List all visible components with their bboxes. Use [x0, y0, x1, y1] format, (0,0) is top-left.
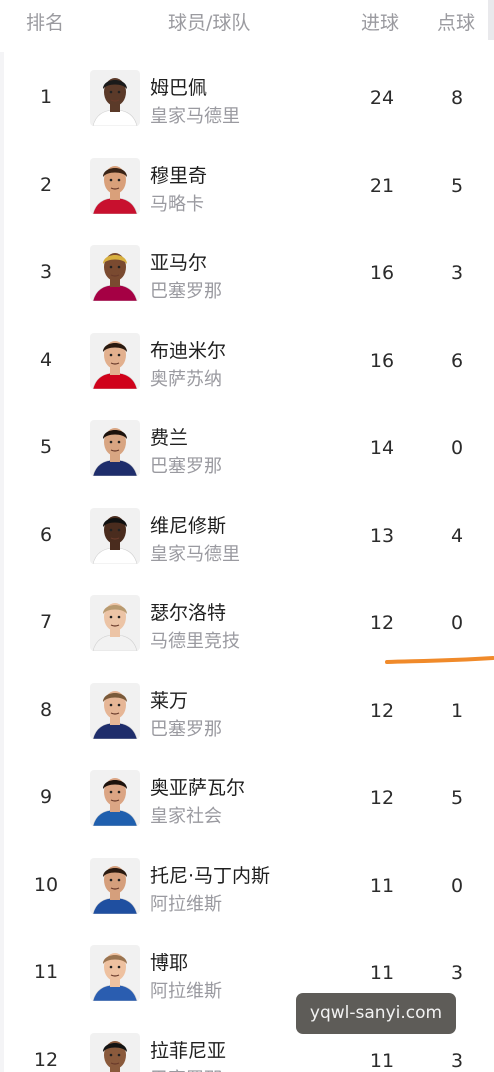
rank-number: 7: [39, 611, 53, 633]
penalties-value: 0: [450, 874, 464, 897]
table-header: 排名 球员/球队 进球 点球: [0, 0, 494, 40]
goals-value: 11: [369, 962, 395, 984]
player-avatar[interactable]: [90, 770, 140, 826]
goals-value: 11: [369, 874, 395, 897]
player-avatar[interactable]: [90, 595, 140, 651]
rank-number: 8: [39, 698, 53, 721]
goals-value: 13: [369, 524, 395, 547]
goals-value: 16: [369, 349, 395, 372]
penalties-value: 5: [450, 174, 464, 197]
player-avatar[interactable]: [90, 507, 140, 564]
player-list: 1 姆巴佩 皇家马德里 24 8 2 穆里奇 马略卡 21 5 3 亚马尔 巴塞罗那 16 3 4 布迪米尔 奥萨…: [0, 55, 494, 1072]
goals-value: 16: [369, 262, 395, 284]
table-row[interactable]: 4 布迪米尔 奥萨苏纳 16 6: [0, 318, 494, 406]
player-team[interactable]: 奥萨苏纳: [150, 365, 222, 391]
player-avatar[interactable]: [90, 157, 140, 214]
rank-number: 10: [33, 873, 59, 896]
table-row[interactable]: 5 费兰 巴塞罗那 14 0: [0, 405, 494, 493]
player-team[interactable]: 皇家社会: [150, 802, 222, 828]
player-avatar[interactable]: [90, 945, 140, 1001]
header-goals[interactable]: 进球: [361, 8, 399, 35]
player-team[interactable]: 皇家马德里: [150, 102, 240, 128]
table-row[interactable]: 3 亚马尔 巴塞罗那 16 3: [0, 230, 494, 318]
penalties-value: 1: [450, 699, 464, 722]
penalties-value: 0: [450, 612, 464, 634]
player-name[interactable]: 费兰: [150, 423, 188, 450]
player-avatar[interactable]: [90, 857, 140, 914]
penalties-value: 3: [450, 262, 464, 284]
table-row[interactable]: 10 托尼·马丁内斯 阿拉维斯 11 0: [0, 843, 494, 931]
player-team[interactable]: 皇家马德里: [150, 540, 240, 566]
rank-number: 2: [39, 173, 53, 196]
player-avatar[interactable]: [90, 332, 140, 389]
goals-value: 12: [369, 612, 395, 634]
table-row[interactable]: 6 维尼修斯 皇家马德里 13 4: [0, 493, 494, 581]
player-avatar[interactable]: [90, 1032, 140, 1072]
player-team[interactable]: 马德里竞技: [150, 627, 240, 653]
penalties-value: 0: [450, 437, 464, 459]
scrollbar-edge: [488, 0, 494, 40]
player-name[interactable]: 穆里奇: [150, 161, 207, 188]
player-team[interactable]: 巴塞罗那: [150, 277, 222, 303]
goals-value: 12: [369, 787, 395, 809]
player-team[interactable]: 阿拉维斯: [150, 890, 222, 916]
player-team[interactable]: 马略卡: [150, 190, 204, 216]
scorer-ranking-page: 排名 球员/球队 进球 点球 1 姆巴佩 皇家马德里 24 8 2 穆里奇 马略卡 21 5 3 亚马…: [0, 0, 494, 1072]
header-rank[interactable]: 排名: [26, 8, 64, 35]
rank-number: 1: [39, 86, 53, 108]
player-avatar[interactable]: [90, 70, 140, 126]
goals-value: 11: [369, 1049, 395, 1072]
table-row[interactable]: 9 奥亚萨瓦尔 皇家社会 12 5: [0, 755, 494, 843]
penalties-value: 6: [450, 349, 464, 372]
table-row[interactable]: 2 穆里奇 马略卡 21 5: [0, 143, 494, 231]
player-avatar[interactable]: [90, 682, 140, 739]
goals-value: 14: [369, 437, 395, 459]
player-name[interactable]: 布迪米尔: [150, 336, 226, 363]
player-name[interactable]: 维尼修斯: [150, 511, 226, 538]
player-name[interactable]: 姆巴佩: [150, 73, 207, 100]
penalties-value: 3: [450, 962, 464, 984]
rank-number: 5: [39, 436, 53, 458]
player-name[interactable]: 博耶: [150, 948, 188, 975]
orange-underline-annotation: [385, 656, 494, 664]
rank-number: 6: [39, 523, 53, 546]
goals-value: 21: [369, 174, 395, 197]
player-name[interactable]: 奥亚萨瓦尔: [150, 773, 245, 800]
player-team[interactable]: 巴塞罗那: [150, 715, 222, 741]
penalties-value: 3: [450, 1049, 464, 1072]
watermark-badge: yqwl-sanyi.com: [296, 993, 456, 1034]
player-team[interactable]: 阿拉维斯: [150, 977, 222, 1003]
goals-value: 12: [369, 699, 395, 722]
table-row[interactable]: 8 莱万 巴塞罗那 12 1: [0, 668, 494, 756]
penalties-value: 5: [450, 787, 464, 809]
table-row[interactable]: 1 姆巴佩 皇家马德里 24 8: [0, 55, 494, 143]
player-avatar[interactable]: [90, 245, 140, 301]
player-name[interactable]: 瑟尔洛特: [150, 598, 226, 625]
rank-number: 4: [39, 348, 53, 371]
player-team[interactable]: 巴塞罗那: [150, 452, 222, 478]
rank-number: 9: [39, 786, 53, 808]
rank-number: 3: [39, 261, 53, 283]
player-team[interactable]: 巴塞罗那: [150, 1065, 222, 1072]
rank-number: 11: [33, 961, 59, 983]
header-penalties[interactable]: 点球: [437, 8, 475, 35]
penalties-value: 4: [450, 524, 464, 547]
penalties-value: 8: [450, 87, 464, 109]
player-name[interactable]: 亚马尔: [150, 248, 207, 275]
player-name[interactable]: 拉菲尼亚: [150, 1036, 226, 1063]
rank-number: 12: [33, 1048, 59, 1071]
player-name[interactable]: 托尼·马丁内斯: [150, 861, 270, 888]
header-player-team[interactable]: 球员/球队: [168, 8, 250, 35]
player-avatar[interactable]: [90, 420, 140, 476]
goals-value: 24: [369, 87, 395, 109]
player-name[interactable]: 莱万: [150, 686, 188, 713]
